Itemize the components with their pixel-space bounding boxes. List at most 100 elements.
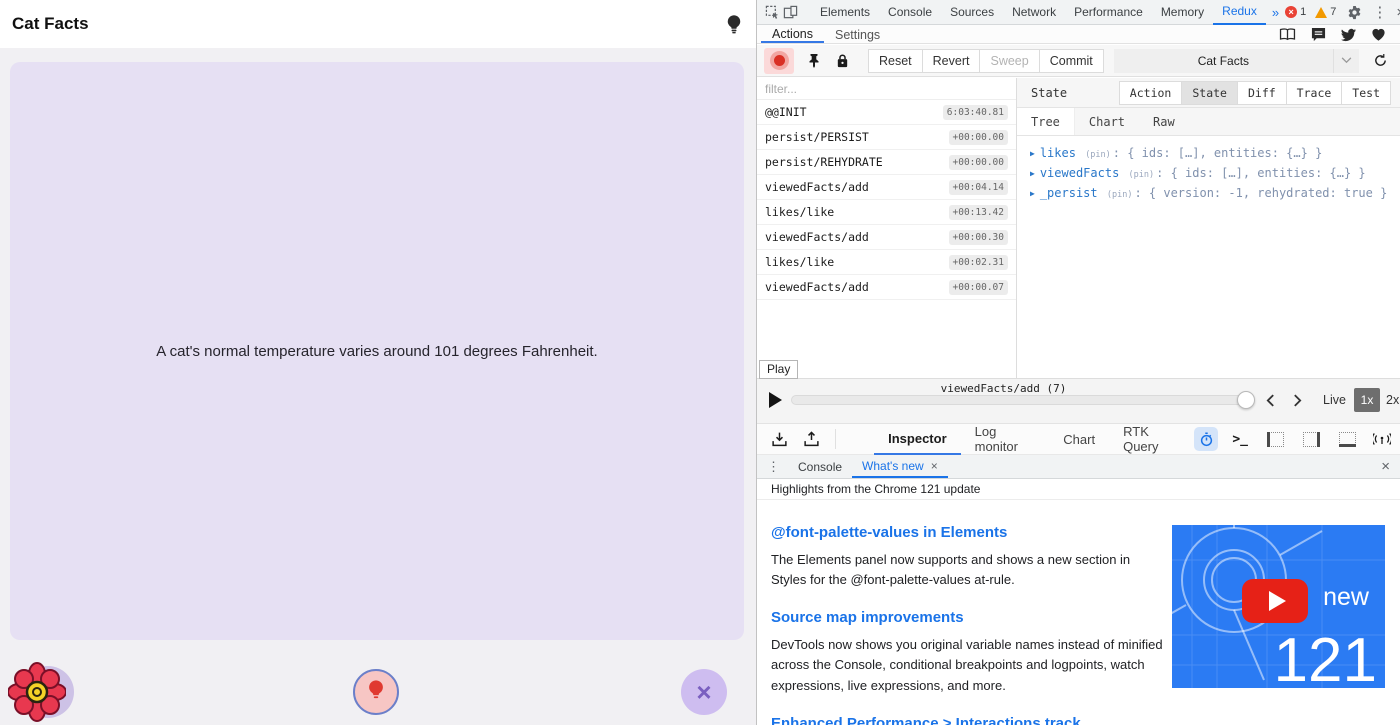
action-row[interactable]: viewedFacts/add+00:00.07 — [757, 275, 1016, 300]
tab-console[interactable]: Console — [879, 0, 941, 25]
action-row[interactable]: @@INIT6:03:40.81 — [757, 100, 1016, 125]
slider-thumb[interactable] — [1237, 391, 1255, 409]
action-row[interactable]: likes/like+00:02.31 — [757, 250, 1016, 275]
record-button[interactable] — [764, 48, 794, 74]
error-badge[interactable]: ×1 — [1285, 6, 1306, 18]
whatsnew-content: @font-palette-values in Elements The Ele… — [757, 500, 1400, 725]
instance-select[interactable]: Cat Facts — [1114, 49, 1333, 73]
close-icon: × — [696, 677, 711, 708]
warning-badge[interactable]: 7 — [1315, 6, 1336, 18]
whatsnew-section-title[interactable]: Enhanced Performance > Interactions trac… — [771, 715, 1169, 725]
tab-settings[interactable]: Settings — [824, 25, 891, 43]
drawer-tab-bar: ⋮ Console What's new × × — [757, 455, 1400, 479]
heart-icon[interactable] — [1371, 27, 1386, 42]
action-row[interactable]: viewedFacts/add+00:00.30 — [757, 225, 1016, 250]
tab-performance[interactable]: Performance — [1065, 0, 1152, 25]
speed-2x-button[interactable]: 2x — [1386, 393, 1399, 407]
dock-right-icon[interactable] — [1298, 426, 1324, 452]
step-forward-icon[interactable] — [1287, 390, 1307, 410]
more-tabs-icon[interactable]: » — [1266, 5, 1285, 20]
docs-book-icon[interactable] — [1279, 28, 1296, 41]
inspect-element-icon[interactable] — [763, 3, 781, 21]
tab-chart[interactable]: Chart — [1049, 423, 1109, 455]
dock-left-icon[interactable] — [1262, 426, 1288, 452]
live-button[interactable]: Live — [1323, 393, 1346, 407]
dispatcher-terminal-icon[interactable]: >_ — [1232, 432, 1248, 447]
tab-actions[interactable]: Actions — [761, 25, 824, 43]
tree-node[interactable]: ▶_persist (pin): { version: -1, rehydrat… — [1030, 184, 1400, 204]
timeline-slider[interactable] — [791, 395, 1253, 405]
timer-icon[interactable] — [1194, 427, 1218, 451]
expand-arrow-icon[interactable]: ▶ — [1030, 169, 1035, 178]
tab-network[interactable]: Network — [1003, 0, 1065, 25]
close-drawer-icon[interactable]: × — [1371, 455, 1400, 478]
tab-sources[interactable]: Sources — [941, 0, 1003, 25]
tab-trace[interactable]: Trace — [1286, 81, 1343, 105]
revert-button[interactable]: Revert — [922, 49, 981, 73]
tab-diff[interactable]: Diff — [1237, 81, 1287, 105]
filter-input[interactable] — [765, 82, 1008, 96]
whatsnew-section-title[interactable]: @font-palette-values in Elements — [771, 524, 1169, 541]
cat-facts-app: Cat Facts A cat's normal temperature var… — [0, 0, 756, 725]
export-icon[interactable] — [802, 429, 821, 449]
remote-icon[interactable] — [1372, 429, 1392, 449]
device-toolbar-icon[interactable] — [781, 3, 799, 21]
tab-test[interactable]: Test — [1341, 81, 1391, 105]
whatsnew-section-body: DevTools now shows you original variable… — [771, 635, 1169, 695]
close-devtools-icon[interactable]: × — [1396, 5, 1400, 20]
tab-rtk-query[interactable]: RTK Query — [1109, 423, 1194, 455]
tab-state[interactable]: State — [1181, 81, 1238, 105]
whatsnew-section-title[interactable]: Source map improvements — [771, 609, 1169, 626]
step-back-icon[interactable] — [1260, 390, 1280, 410]
feedback-icon[interactable] — [1311, 27, 1326, 42]
expand-arrow-icon[interactable]: ▶ — [1030, 149, 1035, 158]
action-row[interactable]: persist/PERSIST+00:00.00 — [757, 125, 1016, 150]
dismiss-button[interactable]: × — [681, 669, 727, 715]
subtab-chart[interactable]: Chart — [1075, 108, 1139, 135]
action-row[interactable]: likes/like+00:13.42 — [757, 200, 1016, 225]
tree-node[interactable]: ▶likes (pin): { ids: […], entities: {…} … — [1030, 144, 1400, 164]
action-row[interactable]: viewedFacts/add+00:04.14 — [757, 175, 1016, 200]
drawer-tab-console[interactable]: Console — [788, 455, 852, 478]
tab-elements[interactable]: Elements — [811, 0, 879, 25]
import-icon[interactable] — [770, 429, 789, 449]
drawer-menu-icon[interactable]: ⋮ — [757, 455, 788, 478]
subtab-raw[interactable]: Raw — [1139, 108, 1189, 135]
tab-redux[interactable]: Redux — [1213, 0, 1266, 25]
whatsnew-tab-close-icon[interactable]: × — [931, 459, 938, 473]
drawer-tab-whatsnew[interactable]: What's new × — [852, 455, 948, 478]
lightbulb-icon[interactable] — [724, 14, 744, 34]
tab-inspector[interactable]: Inspector — [874, 423, 961, 455]
inspector-tab-group: Action State Diff Trace Test — [1120, 81, 1391, 105]
settings-gear-icon[interactable] — [1345, 3, 1363, 21]
tab-action[interactable]: Action — [1119, 81, 1183, 105]
commit-button[interactable]: Commit — [1039, 49, 1104, 73]
action-time-badge: +00:00.07 — [949, 280, 1008, 295]
video-thumbnail[interactable]: new 121 — [1172, 525, 1385, 688]
tab-log-monitor[interactable]: Log monitor — [961, 423, 1050, 455]
play-button[interactable] — [769, 392, 782, 408]
new-fact-button[interactable] — [353, 669, 399, 715]
flower-icon[interactable] — [8, 662, 66, 722]
youtube-play-icon[interactable] — [1242, 579, 1308, 623]
pin-icon[interactable] — [806, 53, 822, 69]
tree-node[interactable]: ▶viewedFacts (pin): { ids: […], entities… — [1030, 164, 1400, 184]
lock-icon[interactable] — [835, 53, 850, 69]
tab-memory[interactable]: Memory — [1152, 0, 1213, 25]
sweep-button[interactable]: Sweep — [979, 49, 1039, 73]
speed-1x-button[interactable]: 1x — [1354, 388, 1380, 412]
error-icon: × — [1285, 6, 1297, 18]
subtab-tree[interactable]: Tree — [1017, 108, 1075, 135]
action-row[interactable]: persist/REHYDRATE+00:00.00 — [757, 150, 1016, 175]
whatsnew-section-body: The Elements panel now supports and show… — [771, 550, 1169, 590]
kebab-menu-icon[interactable]: ⋮ — [1372, 5, 1387, 20]
action-list: @@INIT6:03:40.81 persist/PERSIST+00:00.0… — [757, 78, 1017, 378]
reset-button[interactable]: Reset — [868, 49, 923, 73]
thumbnail-new-label: new — [1323, 583, 1369, 612]
chevron-down-icon[interactable] — [1333, 49, 1359, 73]
reload-icon[interactable] — [1367, 53, 1393, 68]
expand-arrow-icon[interactable]: ▶ — [1030, 189, 1035, 198]
devtools-tab-bar: Elements Console Sources Network Perform… — [757, 0, 1400, 25]
dock-bottom-icon[interactable] — [1334, 426, 1360, 452]
twitter-icon[interactable] — [1341, 27, 1356, 42]
